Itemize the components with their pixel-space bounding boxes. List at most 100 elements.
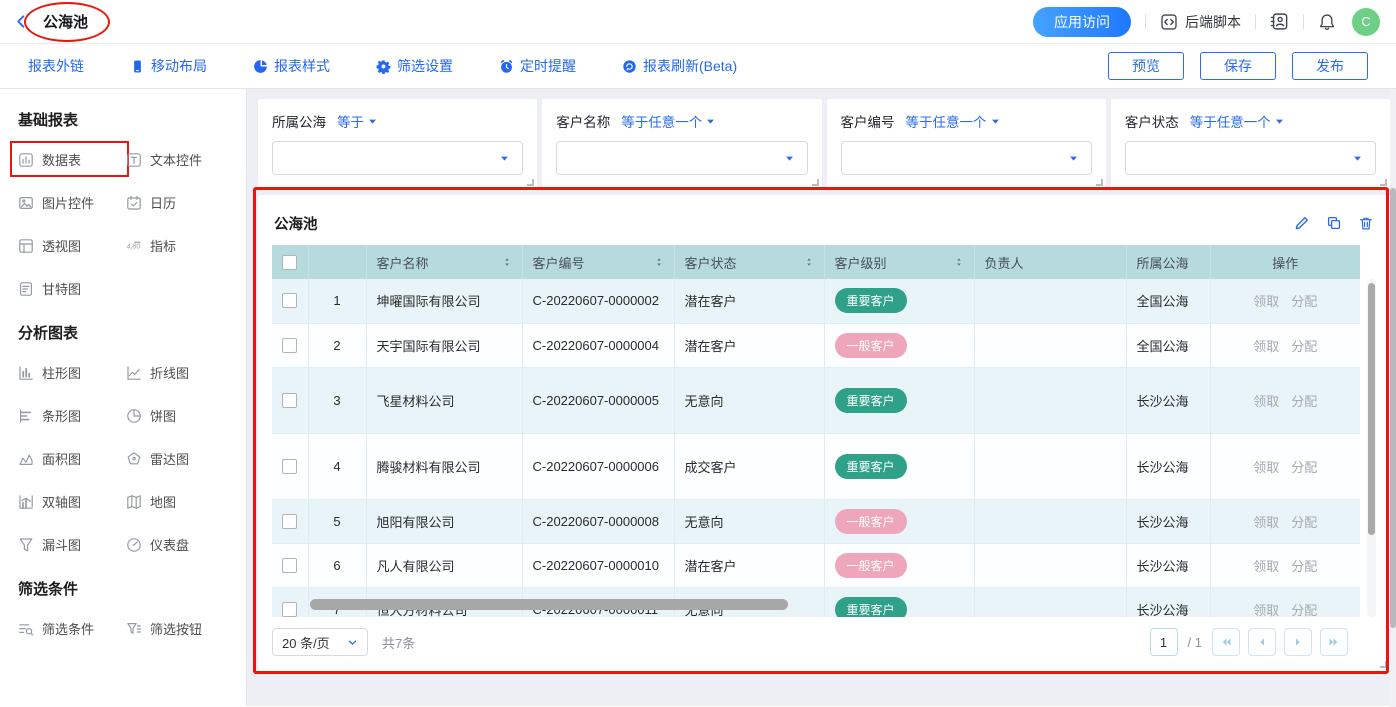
first-page-button[interactable]	[1212, 628, 1240, 656]
next-page-button[interactable]	[1284, 628, 1312, 656]
assign-link[interactable]: 分配	[1291, 336, 1317, 355]
sidebar-item[interactable]: 图片控件	[18, 193, 120, 212]
filter-value-select[interactable]	[556, 141, 807, 175]
filter-card: 所属公海 等于	[258, 99, 537, 189]
assign-link[interactable]: 分配	[1291, 600, 1317, 618]
ribbon-action-button[interactable]: 预览	[1108, 52, 1184, 80]
sidebar-item[interactable]: 柱形图	[18, 363, 120, 382]
sidebar-item[interactable]: 日历	[126, 193, 228, 212]
resize-handle[interactable]	[1380, 179, 1387, 186]
sidebar-item[interactable]: 文本控件	[126, 150, 228, 169]
backend-script-button[interactable]: 后端脚本	[1160, 12, 1241, 32]
row-index: 3	[308, 367, 366, 433]
edit-pencil-icon[interactable]	[1293, 215, 1310, 232]
resize-handle[interactable]	[1380, 661, 1387, 668]
filter-operator-dropdown[interactable]: 等于任意一个	[621, 111, 716, 131]
row-checkbox[interactable]	[282, 514, 297, 529]
ribbon-tab[interactable]: 移动布局	[130, 56, 207, 76]
refresh-icon	[622, 59, 637, 74]
avatar[interactable]: C	[1352, 8, 1380, 36]
sidebar-item-label: 雷达图	[150, 449, 189, 468]
sort-icon[interactable]	[654, 256, 664, 268]
ribbon-tab-label: 定时提醒	[520, 56, 576, 76]
pagination-bar: 20 条/页 共7条 1 / 1	[272, 627, 1376, 657]
ribbon-tab[interactable]: 报表样式	[253, 56, 330, 76]
sidebar-item[interactable]: 双轴图	[18, 492, 120, 511]
back-icon[interactable]	[14, 14, 29, 29]
sidebar-item[interactable]: 饼图	[126, 406, 228, 425]
prev-page-button[interactable]	[1248, 628, 1276, 656]
row-checkbox[interactable]	[282, 459, 297, 474]
assign-link[interactable]: 分配	[1291, 512, 1317, 531]
scrollbar-thumb[interactable]	[1390, 188, 1396, 628]
resize-handle[interactable]	[527, 179, 534, 186]
table-vertical-scrollbar[interactable]	[1367, 279, 1376, 617]
claim-link[interactable]: 领取	[1253, 600, 1279, 618]
claim-link[interactable]: 领取	[1253, 457, 1279, 476]
assign-link[interactable]: 分配	[1291, 556, 1317, 575]
claim-link[interactable]: 领取	[1253, 336, 1279, 355]
filter-operator-dropdown[interactable]: 等于	[337, 111, 378, 131]
claim-link[interactable]: 领取	[1253, 512, 1279, 531]
sidebar-item[interactable]: 4,80 指标	[126, 236, 228, 255]
table-horizontal-scrollbar[interactable]	[310, 599, 788, 610]
row-checkbox[interactable]	[282, 338, 297, 353]
page-number-input[interactable]: 1	[1150, 628, 1178, 656]
window-scrollbar[interactable]	[1390, 90, 1396, 707]
select-all-checkbox[interactable]	[282, 255, 297, 270]
sidebar-item[interactable]: 地图	[126, 492, 228, 511]
sidebar-item[interactable]: 数据表	[18, 150, 120, 169]
claim-link[interactable]: 领取	[1253, 291, 1279, 310]
app-access-button[interactable]: 应用访问	[1033, 7, 1131, 37]
row-index: 2	[308, 323, 366, 367]
last-page-button[interactable]	[1320, 628, 1348, 656]
assign-link[interactable]: 分配	[1291, 457, 1317, 476]
sort-icon[interactable]	[804, 256, 814, 268]
resize-handle[interactable]	[1096, 179, 1103, 186]
ribbon-tab[interactable]: 报表刷新(Beta)	[622, 56, 737, 76]
copy-icon[interactable]	[1326, 215, 1342, 232]
filter-value-select[interactable]	[841, 141, 1092, 175]
filter-operator-dropdown[interactable]: 等于任意一个	[906, 111, 1001, 131]
ribbon-tab[interactable]: 定时提醒	[499, 56, 576, 76]
sidebar-item[interactable]: 筛选按钮	[126, 619, 228, 638]
filter-value-select[interactable]	[272, 141, 523, 175]
ribbon-action-button[interactable]: 发布	[1292, 52, 1368, 80]
sidebar-item[interactable]: 透视图	[18, 236, 120, 255]
claim-link[interactable]: 领取	[1253, 391, 1279, 410]
sort-icon[interactable]	[502, 256, 512, 268]
ribbon-tab[interactable]: 筛选设置	[376, 56, 453, 76]
table-widget-panel: 公海池 客户名称	[258, 195, 1390, 671]
bell-icon[interactable]	[1318, 13, 1336, 31]
sidebar-item[interactable]: 漏斗图	[18, 535, 120, 554]
ribbon-tab[interactable]: 报表外链	[28, 56, 84, 76]
claim-link[interactable]: 领取	[1253, 556, 1279, 575]
sidebar-item[interactable]: 条形图	[18, 406, 120, 425]
sidebar-item-label: 折线图	[150, 363, 189, 382]
row-checkbox[interactable]	[282, 293, 297, 308]
sidebar-item[interactable]: 折线图	[126, 363, 228, 382]
sort-icon[interactable]	[954, 256, 964, 268]
pool: 长沙公海	[1126, 499, 1210, 543]
sidebar-item-label: 条形图	[42, 406, 81, 425]
sidebar-item[interactable]: 面积图	[18, 449, 120, 468]
sidebar-item[interactable]: 筛选条件	[18, 619, 120, 638]
row-checkbox[interactable]	[282, 393, 297, 408]
resize-handle[interactable]	[812, 179, 819, 186]
filter-operator-dropdown[interactable]: 等于任意一个	[1190, 111, 1285, 131]
sidebar-item[interactable]: 雷达图	[126, 449, 228, 468]
row-checkbox[interactable]	[282, 558, 297, 573]
sidebar-item[interactable]: 仪表盘	[126, 535, 228, 554]
trash-icon[interactable]	[1358, 215, 1374, 232]
scrollbar-thumb[interactable]	[1368, 283, 1375, 535]
row-checkbox[interactable]	[282, 602, 297, 617]
assign-link[interactable]: 分配	[1291, 391, 1317, 410]
page-size-select[interactable]: 20 条/页	[272, 628, 368, 656]
filter-value-select[interactable]	[1125, 141, 1376, 175]
customer-level-badge: 一般客户	[835, 333, 907, 358]
code-square-icon	[1160, 13, 1178, 31]
contacts-icon[interactable]	[1270, 12, 1289, 31]
sidebar-item[interactable]: 甘特图	[18, 279, 120, 298]
ribbon-action-button[interactable]: 保存	[1200, 52, 1276, 80]
assign-link[interactable]: 分配	[1291, 291, 1317, 310]
